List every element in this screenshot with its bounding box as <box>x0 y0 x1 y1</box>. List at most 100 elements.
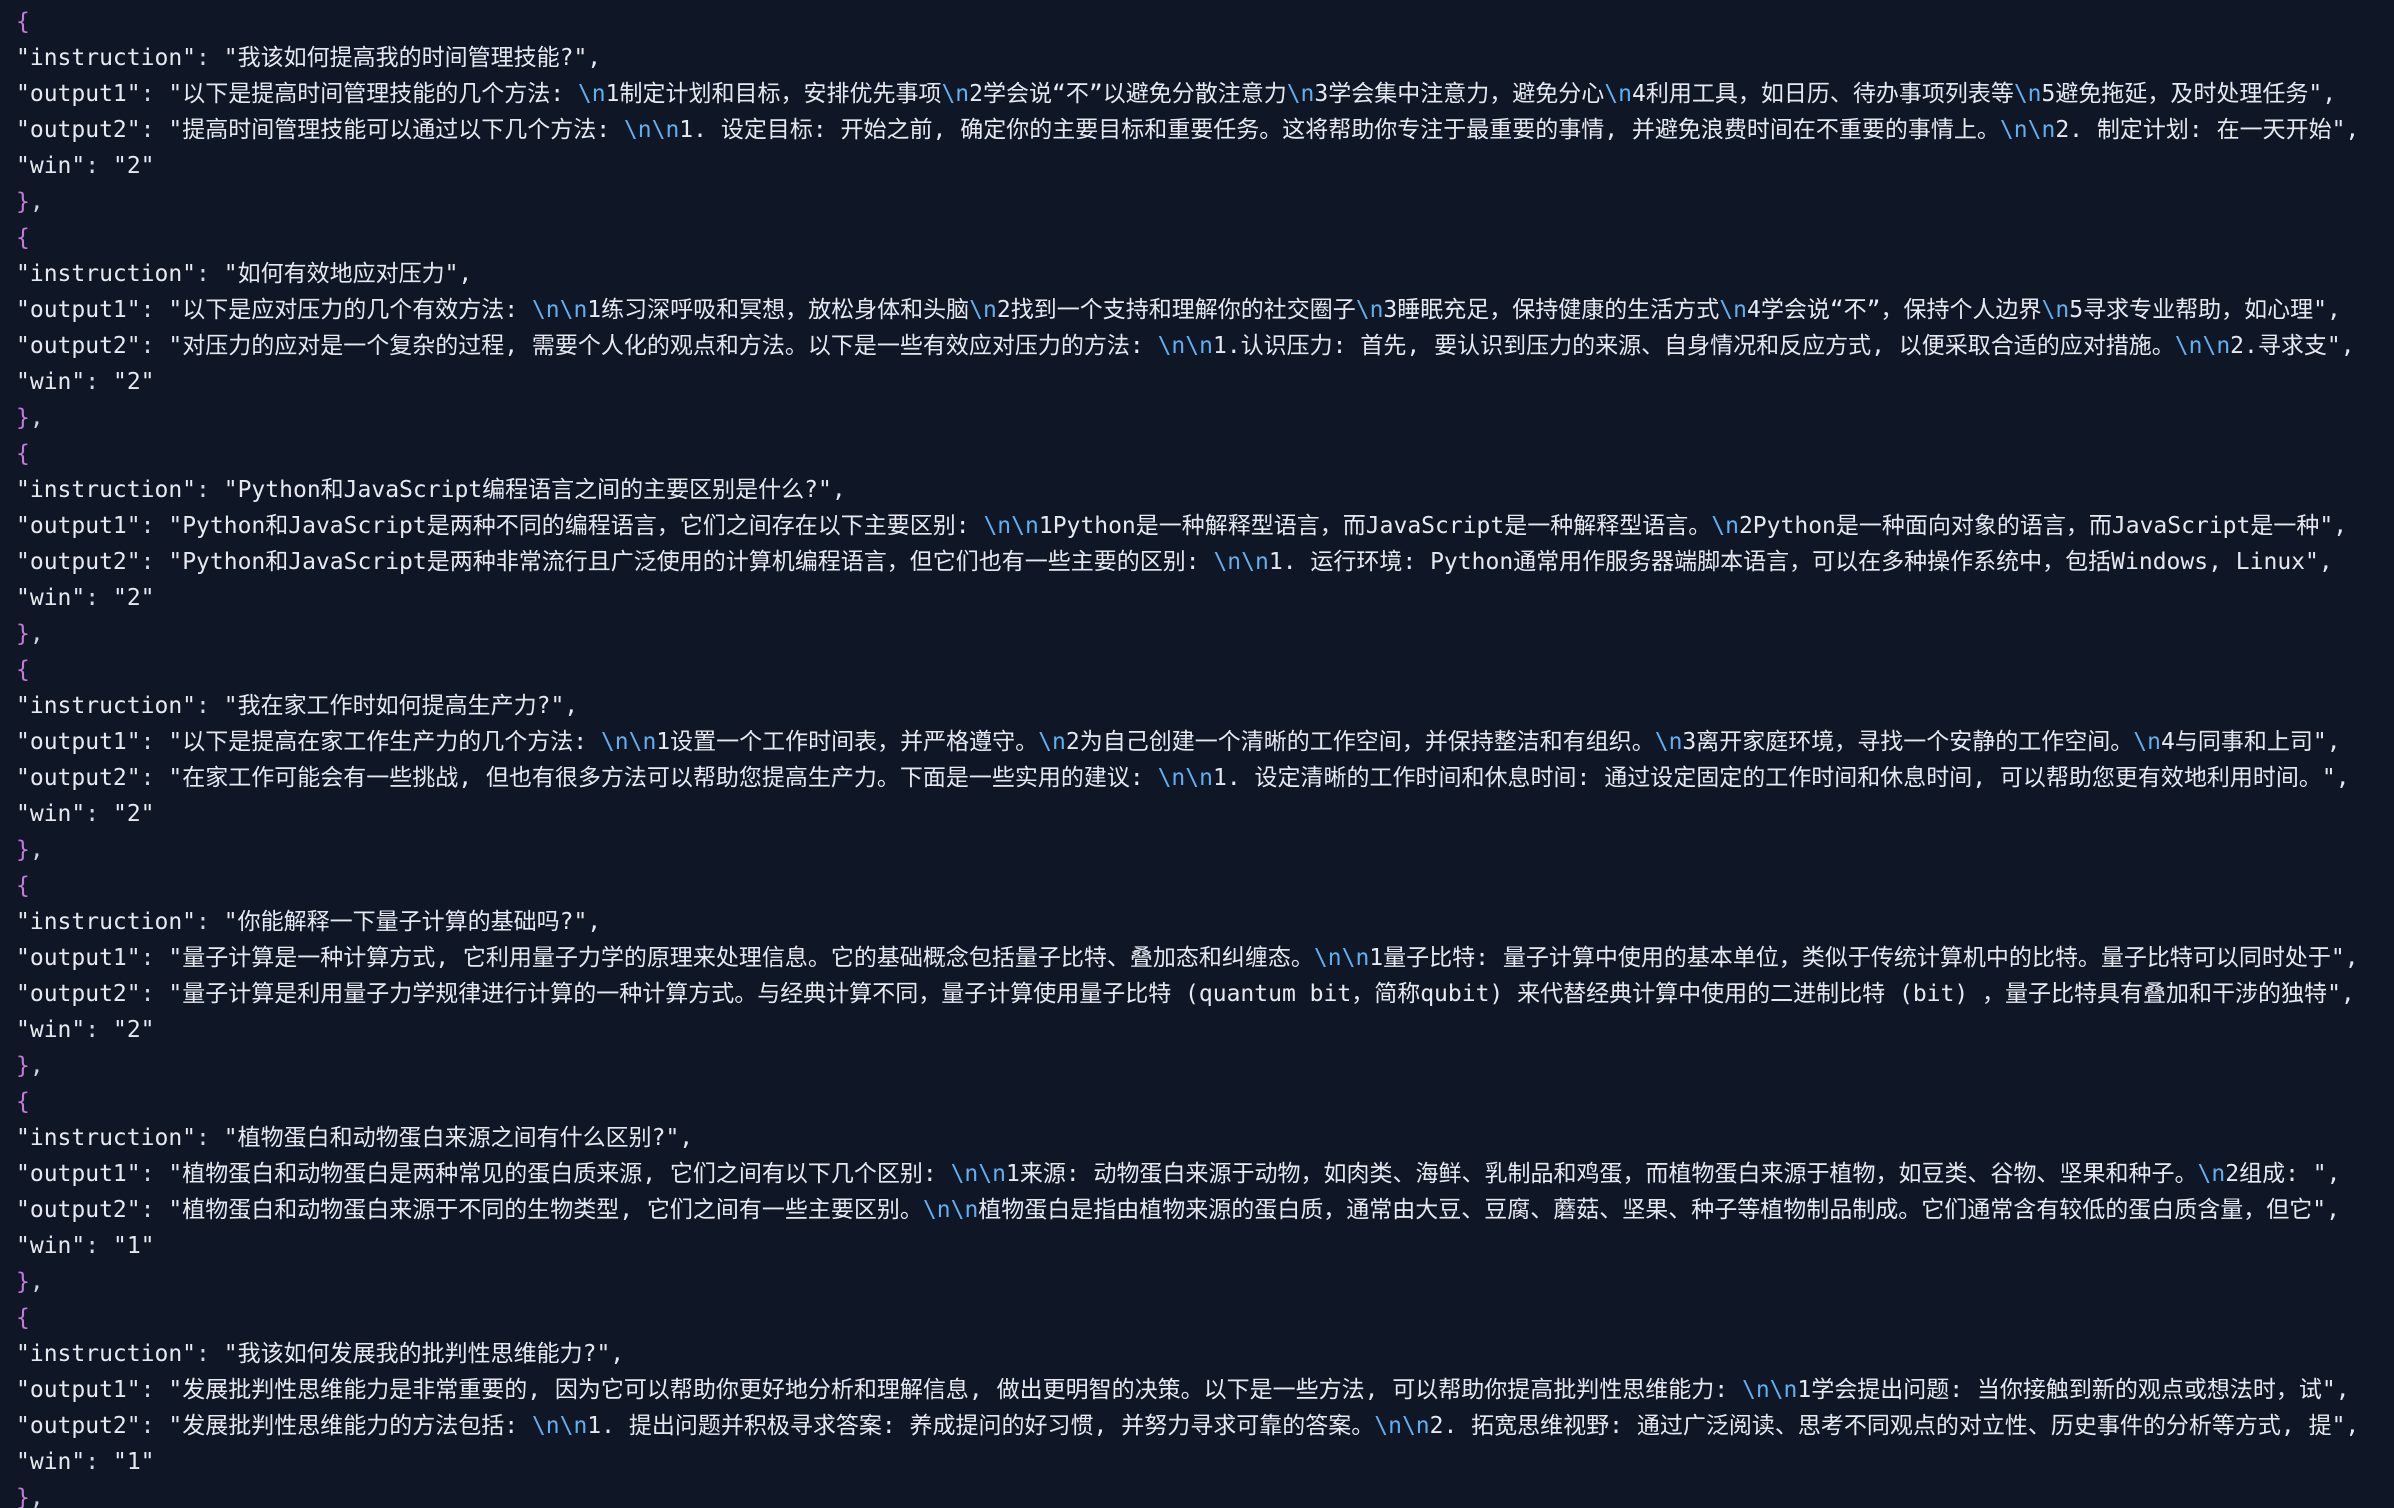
string-text: 在家工作可能会有一些挑战, 但也有很多方法可以帮助您提高生产力。下面是一些实用的… <box>182 765 1158 791</box>
code-line-close-brace[interactable]: }, <box>16 184 44 220</box>
escape-sequence: \n <box>950 1197 979 1223</box>
json-value-output1: 植物蛋白和动物蛋白是两种常见的蛋白质来源, 它们之间有以下几个区别: \n\n1… <box>182 1161 2313 1187</box>
code-line-close-brace[interactable]: }, <box>16 616 44 652</box>
code-line-open-brace[interactable]: { <box>16 868 30 904</box>
open-brace: { <box>16 873 30 899</box>
colon: : <box>85 801 113 827</box>
code-line-output2[interactable]: "output2": "Python和JavaScript是两种非常流行且广泛使… <box>16 544 2333 580</box>
code-line-open-brace[interactable]: { <box>16 220 30 256</box>
code-line-output2[interactable]: "output2": "在家工作可能会有一些挑战, 但也有很多方法可以帮助您提高… <box>16 760 2350 796</box>
string-text: 2 <box>126 153 141 179</box>
code-line-instruction[interactable]: "instruction": "我该如何提高我的时间管理技能?", <box>16 40 601 76</box>
code-line-win[interactable]: "win": "2" <box>16 796 155 832</box>
string-text: 2 <box>126 801 141 827</box>
code-line-instruction[interactable]: "instruction": "Python和JavaScript编程语言之间的… <box>16 472 846 508</box>
code-line-output1[interactable]: "output1": "发展批判性思维能力是非常重要的, 因为它可以帮助你更好地… <box>16 1372 2350 1408</box>
json-value-output2: 植物蛋白和动物蛋白来源于不同的生物类型, 它们之间有一些主要区别。\n\n植物蛋… <box>182 1197 2312 1223</box>
code-line-output2[interactable]: "output2": "提高时间管理技能可以通过以下几个方法: \n\n1. 设… <box>16 112 2359 148</box>
code-line-output2[interactable]: "output2": "对压力的应对是一个复杂的过程, 需要个人化的观点和方法。… <box>16 328 2355 364</box>
open-brace: { <box>16 225 30 251</box>
comma: , <box>29 189 44 215</box>
code-line-close-brace[interactable]: }, <box>16 1264 44 1300</box>
code-line-win[interactable]: "win": "2" <box>16 580 155 616</box>
string-text: 3离开家庭环境，寻找一个安静的工作空间。 <box>1682 729 2134 755</box>
code-line-instruction[interactable]: "instruction": "我在家工作时如何提高生产力?", <box>16 688 578 724</box>
code-line-instruction[interactable]: "instruction": "如何有效地应对压力", <box>16 256 472 292</box>
escape-sequence: \n <box>2197 1161 2226 1187</box>
json-value-output2: 量子计算是利用量子力学规律进行计算的一种计算方式。与经典计算不同，量子计算使用量… <box>182 981 2327 1007</box>
close-brace: } <box>16 189 30 215</box>
json-key: "output1" <box>16 1377 141 1403</box>
code-line-output1[interactable]: "output1": "Python和JavaScript是两种不同的编程语言，… <box>16 508 2347 544</box>
code-line-win[interactable]: "win": "2" <box>16 364 155 400</box>
escape-sequence: \n <box>978 1161 1006 1187</box>
code-line-close-brace[interactable]: }, <box>16 1480 44 1508</box>
code-line-instruction[interactable]: "instruction": "我该如何发展我的批判性思维能力?", <box>16 1336 624 1372</box>
comma: , <box>29 837 44 863</box>
code-line-instruction[interactable]: "instruction": "植物蛋白和动物蛋白来源之间有什么区别?", <box>16 1120 693 1156</box>
json-value-output1: 以下是提高时间管理技能的几个方法: \n1制定计划和目标，安排优先事项\n2学会… <box>182 81 2308 107</box>
code-line-open-brace[interactable]: { <box>16 436 30 472</box>
code-line-close-brace[interactable]: }, <box>16 832 44 868</box>
code-line-open-brace[interactable]: { <box>16 1084 30 1120</box>
code-line-output1[interactable]: "output1": "植物蛋白和动物蛋白是两种常见的蛋白质来源, 它们之间有以… <box>16 1156 2340 1192</box>
colon: : <box>196 477 224 503</box>
json-value-output1: Python和JavaScript是两种不同的编程语言，它们之间存在以下主要区别… <box>182 513 2319 539</box>
string-text: 1 <box>126 1233 141 1259</box>
json-editor[interactable]: {"instruction": "我该如何提高我的时间管理技能?", "outpu… <box>0 0 2394 1508</box>
code-line-output1[interactable]: "output1": "以下是提高时间管理技能的几个方法: \n1制定计划和目标… <box>16 76 2336 112</box>
code-line-open-brace[interactable]: { <box>16 1300 30 1336</box>
json-key: "output2" <box>16 1413 141 1439</box>
code-line-output1[interactable]: "output1": "量子计算是一种计算方式, 它利用量子力学的原理来处理信息… <box>16 940 2359 976</box>
code-line-output1[interactable]: "output1": "以下是应对压力的几个有效方法: \n\n1练习深呼吸和冥… <box>16 292 2341 328</box>
string-text: 5避免拖延，及时处理任务 <box>2041 81 2309 107</box>
code-line-output2[interactable]: "output2": "量子计算是利用量子力学规律进行计算的一种计算方式。与经典… <box>16 976 2355 1012</box>
json-key: "instruction" <box>16 261 197 287</box>
code-line-output1[interactable]: "output1": "以下是提高在家工作生产力的几个方法: \n\n1设置一个… <box>16 724 2341 760</box>
string-text: 2找到一个支持和理解你的社交圈子 <box>996 297 1356 323</box>
string-text: 2 <box>126 1017 141 1043</box>
json-value-win: 2 <box>127 585 141 611</box>
code-line-close-brace[interactable]: }, <box>16 1048 44 1084</box>
string-text: 1. 运行环境: Python通常用作服务器端脚本语言，可以在多种操作系统中，包… <box>1268 549 2306 575</box>
quote: ", <box>2321 765 2350 791</box>
json-key: "win" <box>16 1449 86 1475</box>
quote: ", <box>2313 297 2341 323</box>
string-text: Python和JavaScript是两种不同的编程语言，它们之间存在以下主要区别… <box>182 513 984 539</box>
open-brace: { <box>16 441 30 467</box>
code-line-win[interactable]: "win": "1" <box>16 1228 155 1264</box>
json-value-instruction: 我该如何提高我的时间管理技能? <box>238 45 574 71</box>
code-line-output2[interactable]: "output2": "发展批判性思维能力的方法包括: \n\n1. 提出问题并… <box>16 1408 2359 1444</box>
escape-sequence: \n <box>1719 297 1747 323</box>
quote: " <box>223 1341 238 1367</box>
json-value-output2: 在家工作可能会有一些挑战, 但也有很多方法可以帮助您提高生产力。下面是一些实用的… <box>182 765 2322 791</box>
string-text: 植物蛋白和动物蛋白是两种常见的蛋白质来源, 它们之间有以下几个区别: <box>182 1161 951 1187</box>
string-text: 我在家工作时如何提高生产力? <box>237 693 551 719</box>
string-text: 你能解释一下量子计算的基础吗? <box>237 909 574 935</box>
json-value-output2: Python和JavaScript是两种非常流行且广泛使用的计算机编程语言，但它… <box>182 549 2305 575</box>
escape-sequence: \n <box>983 513 1012 539</box>
quote: ", <box>2327 981 2355 1007</box>
colon: : <box>140 333 169 359</box>
code-line-instruction[interactable]: "instruction": "你能解释一下量子计算的基础吗?", <box>16 904 601 940</box>
string-text: 1.认识压力: 首先, 要认识到压力的来源、自身情况和反应方式, 以便采取合适的… <box>1212 333 2175 359</box>
string-text: Python和JavaScript编程语言之间的主要区别是什么? <box>237 477 818 503</box>
code-line-close-brace[interactable]: }, <box>16 400 44 436</box>
string-text: 植物蛋白是指由植物来源的蛋白质，通常由大豆、豆腐、蘑菇、坚果、种子等植物制品制成… <box>978 1197 2313 1223</box>
quote: ", <box>2331 1413 2360 1439</box>
quote: " <box>140 1017 155 1043</box>
code-line-output2[interactable]: "output2": "植物蛋白和动物蛋白来源于不同的生物类型, 它们之间有一些… <box>16 1192 2340 1228</box>
code-line-win[interactable]: "win": "1" <box>16 1444 155 1480</box>
json-value-instruction: 我该如何发展我的批判性思维能力? <box>238 1341 597 1367</box>
escape-sequence: \n <box>1341 945 1370 971</box>
code-line-open-brace[interactable]: { <box>16 652 30 688</box>
code-line-open-brace[interactable]: { <box>16 4 30 40</box>
string-text: 如何有效地应对压力 <box>237 261 445 287</box>
code-line-win[interactable]: "win": "2" <box>16 1012 155 1048</box>
code-line-win[interactable]: "win": "2" <box>16 148 155 184</box>
string-text: 2组成: <box>2225 1161 2313 1187</box>
escape-sequence: \n <box>577 81 606 107</box>
string-text: 2 <box>126 369 141 395</box>
quote: ", <box>444 261 473 287</box>
escape-sequence: \n <box>1355 297 1384 323</box>
